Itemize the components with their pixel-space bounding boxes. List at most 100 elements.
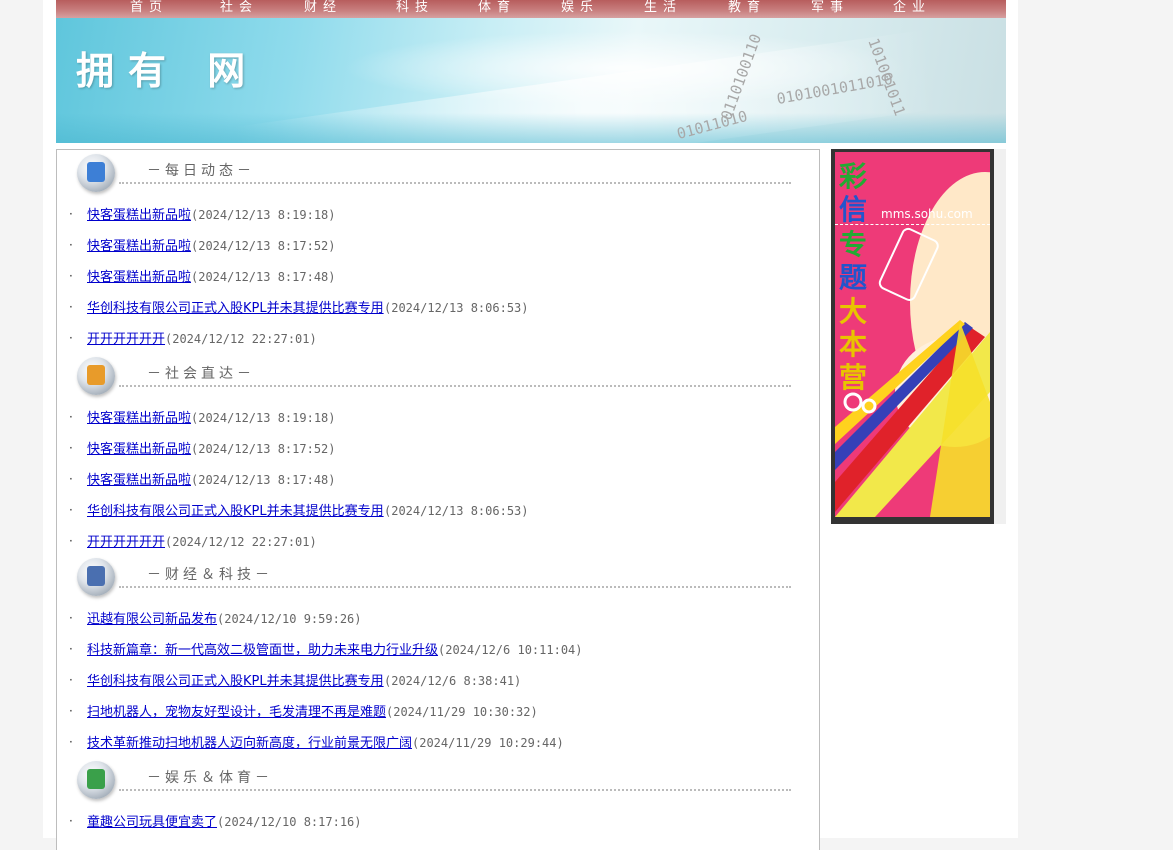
news-link[interactable]: 迅越有限公司新品发布 [87, 604, 217, 635]
ad-banner[interactable]: mms.sohu.com 彩信专题大本营 [835, 152, 990, 517]
list-item: · 华创科技有限公司正式入股KPL并未其提供比赛专用 (2024/12/13 8:0… [57, 293, 819, 324]
list-item: · 华创科技有限公司正式入股KPL并未其提供比赛专用 (2024/12/13 8:0… [57, 496, 819, 527]
news-title[interactable]: 快客蛋糕出新品啦 [87, 473, 191, 488]
bullet-icon: · [69, 207, 73, 221]
bullet-icon: · [69, 673, 73, 687]
list-item: · 快客蛋糕出新品啦 (2024/12/13 8:17:48) [57, 465, 819, 496]
bullet-icon: · [69, 642, 73, 656]
ad-headline-char: 本 [839, 328, 868, 361]
top-nav: 首页 社会 财经 科技 体育 娱乐 生活 教育 军事 企业 [56, 0, 1006, 18]
list-item: · 快客蛋糕出新品啦 (2024/12/13 8:17:48) [57, 262, 819, 293]
section-header: －每日动态－ [57, 150, 819, 200]
news-title[interactable]: 技术革新推动扫地机器人迈向新高度，行业前景无限广阔 [87, 736, 412, 751]
news-link[interactable]: 华创科技有限公司正式入股KPL并未其提供比赛专用 [87, 293, 384, 324]
news-title[interactable]: 快客蛋糕出新品啦 [87, 411, 191, 426]
news-section: －社会直达－ · 快客蛋糕出新品啦 (2024/12/13 8:19:18) · 快客蛋糕… [57, 353, 819, 558]
section-title: －每日动态－ [147, 163, 255, 179]
section-header: －财经＆科技－ [57, 554, 819, 604]
news-title[interactable]: 开开开开开开 [87, 535, 165, 550]
bullet-icon: · [69, 441, 73, 455]
section-icon-glyph [87, 365, 105, 385]
news-title[interactable]: 开开开开开开 [87, 332, 165, 347]
nav-item-6[interactable]: 生活 [644, 0, 682, 15]
bullet-icon: · [69, 814, 73, 828]
nav-item-0[interactable]: 首页 [130, 0, 168, 15]
section-icon-glyph [87, 769, 105, 789]
news-link[interactable]: 快客蛋糕出新品啦 [87, 231, 191, 262]
news-title[interactable]: 华创科技有限公司正式入股KPL并未其提供比赛专用 [87, 504, 384, 519]
news-timestamp: (2024/12/13 8:06:53) [384, 504, 529, 518]
section-header: －娱乐＆体育－ [57, 757, 819, 807]
section-title: －娱乐＆体育－ [147, 770, 273, 786]
site-banner: 拥有 网 0110100110 0101001011010 101001011 … [56, 18, 1006, 143]
bullet-icon: · [69, 300, 73, 314]
news-title[interactable]: 童趣公司玩具便宜卖了 [87, 815, 217, 830]
news-link[interactable]: 童趣公司玩具便宜卖了 [87, 807, 217, 838]
news-link[interactable]: 快客蛋糕出新品啦 [87, 403, 191, 434]
list-item: · 华创科技有限公司正式入股KPL并未其提供比赛专用 (2024/12/6 8:38… [57, 666, 819, 697]
bullet-icon: · [69, 503, 73, 517]
section-title: －财经＆科技－ [147, 567, 273, 583]
news-title[interactable]: 快客蛋糕出新品啦 [87, 208, 191, 223]
nav-item-8[interactable]: 军事 [811, 0, 849, 15]
news-link[interactable]: 快客蛋糕出新品啦 [87, 465, 191, 496]
list-item: · 快客蛋糕出新品啦 (2024/12/13 8:19:18) [57, 200, 819, 231]
news-link[interactable]: 快客蛋糕出新品啦 [87, 262, 191, 293]
news-title[interactable]: 华创科技有限公司正式入股KPL并未其提供比赛专用 [87, 674, 384, 689]
news-list: · 快客蛋糕出新品啦 (2024/12/13 8:19:18) · 快客蛋糕出新品啦 (2… [57, 200, 819, 355]
news-timestamp: (2024/12/13 8:17:52) [191, 239, 336, 253]
news-section: －娱乐＆体育－ · 童趣公司玩具便宜卖了 (2024/12/10 8:17:16) [57, 757, 819, 838]
news-title[interactable]: 快客蛋糕出新品啦 [87, 270, 191, 285]
news-timestamp: (2024/12/6 10:11:04) [438, 643, 583, 657]
news-title[interactable]: 快客蛋糕出新品啦 [87, 239, 191, 254]
news-timestamp: (2024/12/13 8:06:53) [384, 301, 529, 315]
nav-item-4[interactable]: 体育 [478, 0, 516, 15]
bullet-icon: · [69, 269, 73, 283]
globe-icon [77, 761, 115, 799]
news-title[interactable]: 迅越有限公司新品发布 [87, 612, 217, 627]
news-list: · 童趣公司玩具便宜卖了 (2024/12/10 8:17:16) [57, 807, 819, 838]
nav-item-2[interactable]: 财经 [304, 0, 342, 15]
nav-item-1[interactable]: 社会 [220, 0, 258, 15]
list-item: · 童趣公司玩具便宜卖了 (2024/12/10 8:17:16) [57, 807, 819, 838]
bullet-icon: · [69, 534, 73, 548]
monitor-icon [77, 558, 115, 596]
news-link[interactable]: 扫地机器人，宠物友好型设计，毛发清理不再是难题 [87, 697, 386, 728]
nav-item-5[interactable]: 娱乐 [561, 0, 599, 15]
ad-headline-char: 营 [839, 361, 868, 394]
news-section: －每日动态－ · 快客蛋糕出新品啦 (2024/12/13 8:19:18) · 快客蛋糕… [57, 150, 819, 355]
ad-headline-char: 专 [839, 228, 868, 261]
list-item: · 技术革新推动扫地机器人迈向新高度，行业前景无限广阔 (2024/11/29 10… [57, 728, 819, 759]
section-icon-glyph [87, 162, 105, 182]
nav-item-9[interactable]: 企业 [893, 0, 931, 15]
news-title[interactable]: 快客蛋糕出新品啦 [87, 442, 191, 457]
news-timestamp: (2024/11/29 10:30:32) [386, 705, 538, 719]
news-list: · 迅越有限公司新品发布 (2024/12/10 9:59:26) · 科技新篇章：新一… [57, 604, 819, 759]
ad-url: mms.sohu.com [881, 207, 973, 221]
bullet-icon: · [69, 611, 73, 625]
news-link[interactable]: 华创科技有限公司正式入股KPL并未其提供比赛专用 [87, 666, 384, 697]
bullet-icon: · [69, 410, 73, 424]
list-item: · 迅越有限公司新品发布 (2024/12/10 9:59:26) [57, 604, 819, 635]
news-timestamp: (2024/12/10 8:17:16) [217, 815, 362, 829]
news-link[interactable]: 快客蛋糕出新品啦 [87, 434, 191, 465]
bullet-icon: · [69, 472, 73, 486]
news-title[interactable]: 科技新篇章：新一代高效二极管面世，助力未来电力行业升级 [87, 643, 438, 658]
news-title[interactable]: 扫地机器人，宠物友好型设计，毛发清理不再是难题 [87, 705, 386, 720]
folder-icon [77, 357, 115, 395]
ad-banner-frame[interactable]: mms.sohu.com 彩信专题大本营 [831, 149, 994, 524]
news-link[interactable]: 华创科技有限公司正式入股KPL并未其提供比赛专用 [87, 496, 384, 527]
ad-headline-char: 彩 [839, 160, 868, 193]
news-link[interactable]: 技术革新推动扫地机器人迈向新高度，行业前景无限广阔 [87, 728, 412, 759]
nav-item-3[interactable]: 科技 [396, 0, 434, 15]
news-link[interactable]: 科技新篇章：新一代高效二极管面世，助力未来电力行业升级 [87, 635, 438, 666]
nav-item-7[interactable]: 教育 [728, 0, 766, 15]
news-title[interactable]: 华创科技有限公司正式入股KPL并未其提供比赛专用 [87, 301, 384, 316]
section-icon-glyph [87, 566, 105, 586]
bullet-icon: · [69, 704, 73, 718]
news-link[interactable]: 开开开开开开 [87, 324, 165, 355]
news-timestamp: (2024/11/29 10:29:44) [412, 736, 564, 750]
news-timestamp: (2024/12/13 8:19:18) [191, 411, 336, 425]
ad-headline-char: 大 [839, 295, 868, 328]
news-link[interactable]: 快客蛋糕出新品啦 [87, 200, 191, 231]
